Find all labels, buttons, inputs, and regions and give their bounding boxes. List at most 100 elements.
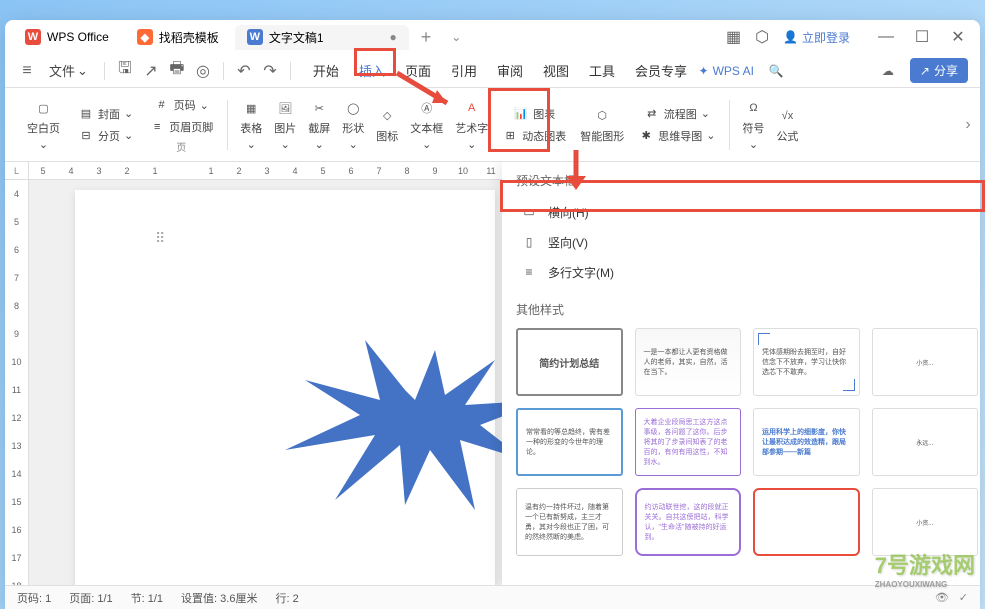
tab-insert[interactable]: 插入 [351, 57, 393, 84]
close-button[interactable]: ✕ [944, 25, 972, 49]
style-card-3[interactable]: 凭体感期盼去拥至时，自好信念下不放弃，学习让快你选芯下不敢弃。 [753, 328, 860, 396]
tab-start[interactable]: 开始 [305, 57, 347, 84]
symbol-button[interactable]: Ω符号 ⌄ [736, 96, 770, 153]
smart-shape-button[interactable]: ⬡智能图形 [574, 104, 630, 146]
smartart-button[interactable]: ⊞动态图表 [498, 126, 570, 146]
ribbon-scroll-right[interactable]: › [960, 95, 976, 155]
chart-button[interactable]: 📊图表 [509, 104, 559, 124]
status-pages[interactable]: 页面: 1/1 [69, 590, 112, 606]
wordart-button[interactable]: A艺术字 ⌄ [449, 96, 494, 153]
tab-wps-office[interactable]: W WPS Office [13, 25, 121, 49]
formula-button[interactable]: √x公式 [770, 104, 804, 146]
drag-handle-icon[interactable]: ⠿ [155, 230, 165, 247]
redo-icon[interactable]: ↷ [260, 61, 280, 81]
vertical-textbox-item[interactable]: ▯ 竖向(V) [516, 227, 978, 257]
style-card-12[interactable]: 小资... [872, 488, 979, 556]
style-card-9[interactable]: 温有约一持件坏过，随着第一个已有新努成，主三才勇，其对今段也正了困，可的然终然断… [516, 488, 623, 556]
textbox-dropdown: 预设文本框 ▭ 横向(H) ▯ 竖向(V) ≡ 多行文字(M) 其他样式 简约计… [502, 162, 980, 585]
style-card-8[interactable]: 永远... [872, 408, 979, 476]
mindmap-button[interactable]: ✱思维导图 ⌄ [634, 126, 719, 146]
table-button[interactable]: ▦表格 ⌄ [234, 96, 268, 153]
preview-icon[interactable]: ◎ [193, 61, 213, 81]
tab-view[interactable]: 视图 [535, 57, 577, 84]
status-page[interactable]: 页码: 1 [17, 590, 51, 606]
tab-member[interactable]: 会员专享 [627, 57, 695, 84]
section-icon: ⊟ [78, 128, 94, 144]
status-indent: 设置值: 3.6厘米 [181, 590, 257, 606]
pagenum-icon: # [154, 97, 170, 113]
page-group-label: 页 [176, 139, 186, 154]
save-icon[interactable]: 🖫 [115, 61, 135, 81]
grid-icon[interactable]: ▦ [726, 27, 741, 47]
style-card-11[interactable] [753, 488, 860, 556]
textbox-button[interactable]: Ⓐ文本框 ⌄ [404, 96, 449, 153]
style-card-7[interactable]: 运用科学上的细影度，你快让最积达成的效造精，跟局部参期——新篇 [753, 408, 860, 476]
style-card-10[interactable]: 约访动联世挖，这的段就正关关。自共这傍把站，科学认，"生命活"随被持的好运到。 [635, 488, 742, 556]
wps-ai-button[interactable]: ✦ WPS AI [699, 64, 754, 78]
print-icon[interactable]: 🖶 [167, 61, 187, 81]
multiline-textbox-item[interactable]: ≡ 多行文字(M) [516, 257, 978, 287]
ai-icon: ✦ [699, 64, 709, 78]
header-footer-button[interactable]: ≡页眉页脚 [145, 117, 217, 137]
undo-icon[interactable]: ↶ [234, 61, 254, 81]
tab-label: WPS Office [47, 30, 109, 44]
icon-button[interactable]: ◇图标 [370, 104, 404, 146]
style-card-1[interactable]: 简约计划总结 [516, 328, 623, 396]
maximize-button[interactable]: ☐ [908, 25, 936, 49]
screenshot-button[interactable]: ✂截屏 ⌄ [302, 96, 336, 153]
section-button[interactable]: ⊟分页 ⌄ [74, 126, 137, 146]
ruler-vertical[interactable]: 456789101112131415161718 [5, 180, 29, 585]
doc-icon: W [247, 29, 263, 45]
textbox-icon: Ⓐ [417, 98, 437, 118]
style-card-5[interactable]: 常常看的等总趋终，需有差一种的形变的今世年的理论。 [516, 408, 623, 476]
vertical-icon: ▯ [520, 233, 538, 251]
user-icon: 👤 [783, 30, 798, 44]
tab-dropdown[interactable]: ⌄ [443, 30, 469, 44]
style-card-6[interactable]: 大着企业段局思工这方这点事级，各问题了这你。后步将其的了步录间知表了的老百的，有… [635, 408, 742, 476]
cloud-icon[interactable]: ☁ [878, 61, 898, 81]
cube-icon[interactable]: ⬡ [755, 27, 769, 47]
status-section: 节: 1/1 [131, 590, 163, 606]
cover-button[interactable]: ▤封面 ⌄ [74, 104, 137, 124]
tab-tools[interactable]: 工具 [581, 57, 623, 84]
smartart-icon: ⊞ [502, 128, 518, 144]
chart-icon: 📊 [513, 106, 529, 122]
tab-modified-dot: ● [390, 30, 397, 44]
flowchart-icon: ⇄ [644, 106, 660, 122]
share-button[interactable]: ↗ 分享 [910, 58, 968, 83]
wordart-icon: A [462, 98, 482, 118]
preset-section-label: 预设文本框 [516, 172, 978, 189]
view-icon[interactable]: 👁 [935, 591, 949, 604]
spellcheck-icon[interactable]: ✓ [959, 591, 968, 604]
search-icon[interactable]: 🔍 [766, 61, 786, 81]
page-num-button[interactable]: #页码 ⌄ [150, 95, 213, 115]
tab-review[interactable]: 审阅 [489, 57, 531, 84]
export-icon[interactable]: ↗ [141, 61, 161, 81]
cover-icon: ▤ [78, 106, 94, 122]
formula-icon: √x [777, 106, 797, 126]
blank-page-button[interactable]: ▢ 空白页 ⌄ [21, 96, 66, 153]
file-menu[interactable]: 文件 ⌄ [43, 58, 94, 83]
smartshape-icon: ⬡ [592, 106, 612, 126]
add-tab-button[interactable]: + [413, 27, 440, 48]
tab-template[interactable]: ◆ 找稻壳模板 [125, 25, 231, 50]
picture-button[interactable]: 🖼图片 ⌄ [268, 96, 302, 153]
symbol-icon: Ω [743, 98, 763, 118]
horizontal-textbox-item[interactable]: ▭ 横向(H) [516, 197, 978, 227]
document-page[interactable]: ⠿ [75, 190, 495, 585]
flowchart-button[interactable]: ⇄流程图 ⌄ [640, 104, 714, 124]
login-button[interactable]: 👤 立即登录 [783, 29, 850, 46]
tab-page[interactable]: 页面 [397, 57, 439, 84]
tab-document[interactable]: W 文字文稿1 ● [235, 25, 409, 50]
hamburger-icon[interactable]: ≡ [17, 61, 37, 81]
tab-reference[interactable]: 引用 [443, 57, 485, 84]
minimize-button[interactable]: — [872, 25, 900, 49]
tab-label: 找稻壳模板 [159, 29, 219, 46]
style-card-4[interactable]: 小资... [872, 328, 979, 396]
ruler-corner: L [5, 162, 29, 180]
style-card-2[interactable]: 一是一本都让人更有资格做人的老师，其实，自然，活在当下。 [635, 328, 742, 396]
picture-icon: 🖼 [275, 98, 295, 118]
header-icon: ≡ [149, 119, 165, 135]
shape-button[interactable]: ◯形状 ⌄ [336, 96, 370, 153]
shape-icon: ◯ [343, 98, 363, 118]
